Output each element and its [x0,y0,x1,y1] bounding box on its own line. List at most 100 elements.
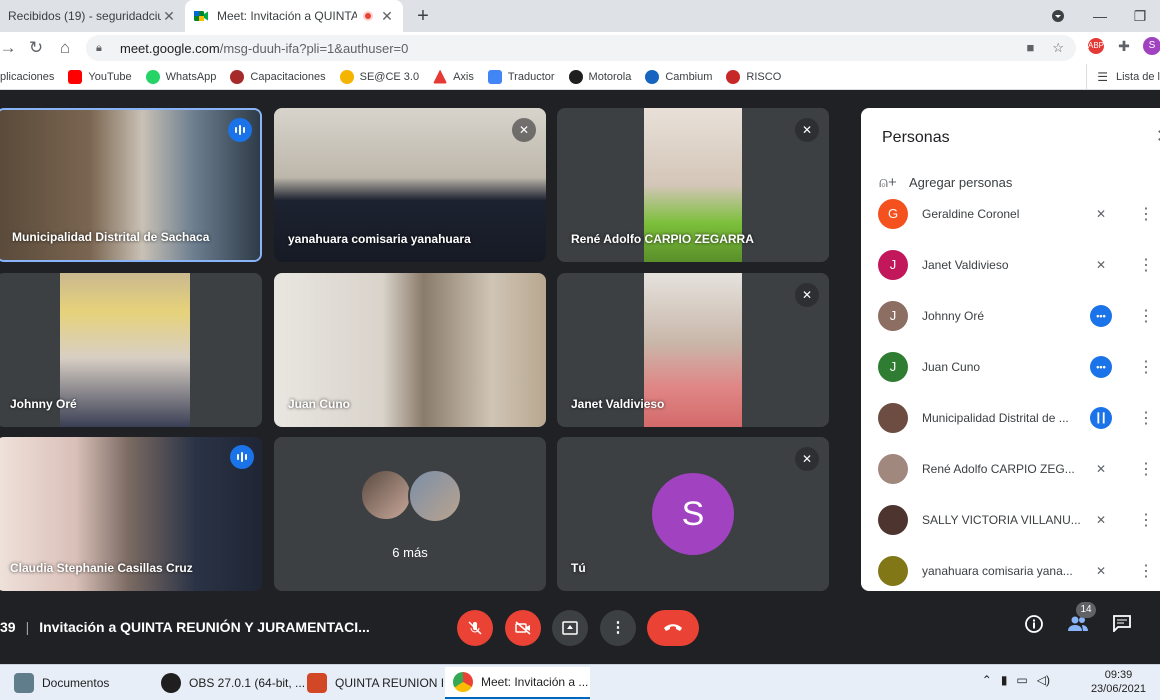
participant-row[interactable]: Municipalidad Distrital de ... ┃┃ ⋮ [861,392,1160,443]
present-button[interactable] [552,610,588,646]
new-tab-button[interactable]: + [412,5,434,27]
bookmark-apps[interactable]: plicaciones [0,71,54,83]
more-options-icon[interactable]: ⋮ [1138,255,1154,275]
cambium-icon [645,69,660,84]
taskbar-item-powerpoint[interactable]: QUINTA REUNION I... [299,667,454,699]
bookmark-motorola[interactable]: Motorola [568,69,631,84]
bookmark-seace[interactable]: SE@CE 3.0 [339,69,419,84]
crest-icon [230,69,245,84]
chevron-up-icon[interactable]: ⌃ [982,673,992,687]
participant-row[interactable]: SALLY VICTORIA VILLANU... ✕ ⋮ [861,494,1160,545]
system-tray: ⌃ ▮ ▭ ◁) [982,673,1050,687]
tab-title: Meet: Invitación a QUINTA R [217,9,357,23]
minimize-button[interactable]: — [1080,0,1120,32]
bookmark-risco[interactable]: RISCO [726,69,782,84]
bookmark-label: Axis [453,70,474,83]
obs-icon [161,673,181,693]
close-icon[interactable]: ✕ [379,8,395,25]
restore-button[interactable]: ❐ [1120,0,1160,32]
bookmark-axis[interactable]: Axis [433,69,474,84]
close-icon[interactable]: ✕ [161,8,177,25]
close-icon[interactable]: ✕ [1156,126,1160,147]
bookmark-capacitaciones[interactable]: Capacitaciones [230,69,326,84]
participant-row[interactable]: J Janet Valdivieso ✕ ⋮ [861,239,1160,290]
microphone-icon[interactable]: ▮ [1001,673,1008,687]
more-options-icon[interactable]: ⋮ [1138,204,1154,224]
participant-name: Johnny Oré [922,308,985,323]
more-options-icon[interactable]: ⋮ [1138,357,1154,377]
participant-name: yanahuara comisaria yanahuara [288,232,471,246]
bookmark-youtube[interactable]: YouTube [68,69,132,84]
video-tile[interactable]: ✕ yanahuara comisaria yanahuara [274,108,546,262]
self-tile[interactable]: S ✕ Tú [557,437,829,591]
taskbar-item-chrome[interactable]: Meet: Invitación a ... [445,667,590,699]
taskbar-item-obs[interactable]: OBS 27.0.1 (64-bit, ... [153,667,305,699]
video-tile[interactable]: Claudia Stephanie Casillas Cruz [0,437,262,591]
more-dots-icon: ••• [1090,304,1112,327]
tab-search-icon[interactable] [1038,0,1078,32]
more-options-icon[interactable]: ⋮ [600,610,636,646]
info-icon[interactable] [1022,614,1046,638]
bookmarks-bar: plicaciones YouTube WhatsApp Capacitacio… [0,64,1160,90]
participant-row[interactable]: yanahuara comisaria yana... ✕ ⋮ [861,545,1160,591]
more-options-icon[interactable]: ⋮ [1138,459,1154,479]
system-clock[interactable]: 09:39 23/06/2021 [1091,668,1146,696]
star-icon[interactable]: ☆ [1052,40,1064,56]
volume-icon[interactable]: ◁) [1037,673,1050,687]
video-tile[interactable]: Johnny Oré [0,273,262,427]
powerpoint-icon [307,673,327,693]
reading-list[interactable]: ☰ Lista de l [1086,64,1160,90]
tab-title: Recibidos (19) - seguridadciudad [8,9,161,23]
taskbar-item-documents[interactable]: Documentos [6,667,146,699]
more-participants-tile[interactable]: 6 más [274,437,546,591]
mic-off-icon: ✕ [1095,206,1107,221]
participant-row[interactable]: René Adolfo CARPIO ZEG... ✕ ⋮ [861,443,1160,494]
participant-list: G Geraldine Coronel ✕ ⋮ J Janet Valdivieso ✕ ⋮ J… [861,196,1160,591]
tab-meet[interactable]: Meet: Invitación a QUINTA R ✕ [185,0,403,32]
avatar [878,402,908,433]
camera-icon[interactable]: ■ [1026,40,1034,56]
video-tile[interactable]: Juan Cuno [274,273,546,427]
more-options-icon[interactable]: ⋮ [1138,408,1154,428]
add-people-button[interactable]: ⍝+ Agregar personas [879,174,1012,191]
hang-up-button[interactable] [647,610,699,646]
home-icon[interactable]: ⌂ [53,36,77,60]
more-options-icon[interactable]: ⋮ [1138,561,1154,581]
reading-list-icon: ☰ [1097,70,1108,84]
avatar [360,469,412,521]
participant-name: SALLY VICTORIA VILLANU... [922,512,1081,527]
bookmark-whatsapp[interactable]: WhatsApp [145,69,217,84]
chat-icon[interactable] [1110,614,1134,638]
video-tile[interactable]: Municipalidad Distrital de Sachaca [0,108,262,262]
video-tile[interactable]: ✕ Janet Valdivieso [557,273,829,427]
bookmark-label: WhatsApp [165,70,217,83]
speaking-indicator-icon [228,118,252,142]
more-options-icon[interactable]: ⋮ [1138,306,1154,326]
profile-avatar[interactable]: S [1143,37,1160,55]
reload-icon[interactable]: ↻ [24,36,48,60]
participants-count-badge: 14 [1076,602,1096,618]
extensions-icon[interactable]: ✚ [1116,38,1132,54]
taskbar-label: QUINTA REUNION I... [335,676,455,690]
battery-icon[interactable]: ▭ [1016,673,1027,687]
address-bar[interactable]: 🔒︎ meet.google.com /msg-duuh-ifa?pli=1&a… [86,35,1076,61]
bookmark-cambium[interactable]: Cambium [645,69,712,84]
youtube-icon [68,69,83,84]
participant-row[interactable]: J Juan Cuno ••• ⋮ [861,341,1160,392]
video-tile[interactable]: ✕ René Adolfo CARPIO ZEGARRA [557,108,829,262]
bookmark-label: RISCO [746,70,782,83]
mic-toggle-button[interactable] [457,610,493,646]
more-dots-icon: ••• [1090,355,1112,378]
search-icon [339,69,354,84]
participant-row[interactable]: J Johnny Oré ••• ⋮ [861,290,1160,341]
url-path: /msg-duuh-ifa?pli=1&authuser=0 [219,40,409,56]
back-icon[interactable]: → [0,36,20,60]
camera-toggle-button[interactable] [505,610,541,646]
adblock-icon[interactable]: ABP [1088,38,1104,54]
more-options-icon[interactable]: ⋮ [1138,510,1154,530]
participant-row[interactable]: G Geraldine Coronel ✕ ⋮ [861,196,1160,239]
people-panel: Personas ✕ ⍝+ Agregar personas G Geraldin… [861,108,1160,591]
bookmark-traductor[interactable]: Traductor [487,69,555,84]
risco-icon [726,69,741,84]
tab-gmail[interactable]: Recibidos (19) - seguridadciudad ✕ [0,0,185,32]
